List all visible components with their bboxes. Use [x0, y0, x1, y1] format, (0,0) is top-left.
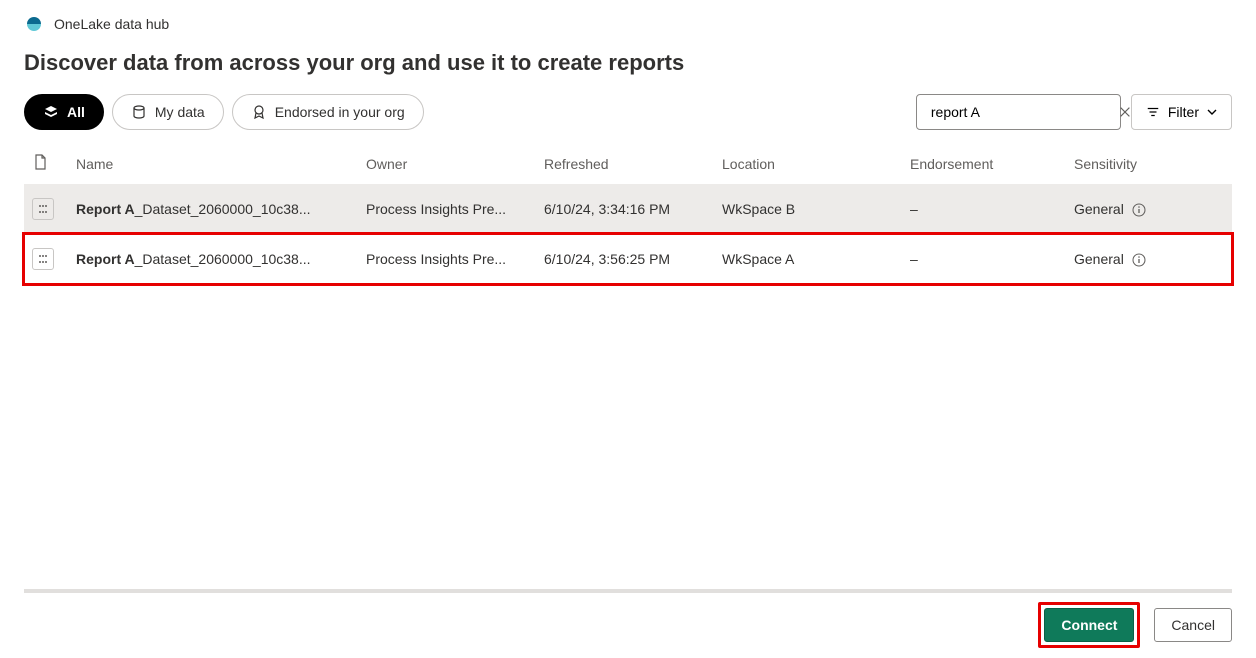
col-header-icon[interactable] — [24, 144, 68, 184]
row-endorsement-cell: – — [902, 234, 1066, 284]
footer-bar: Connect Cancel — [1038, 602, 1232, 648]
filter-button-label: Filter — [1168, 104, 1199, 120]
col-header-location[interactable]: Location — [714, 144, 902, 184]
chevron-down-icon — [1207, 107, 1217, 117]
pill-my-data[interactable]: My data — [112, 94, 224, 130]
row-sensitivity-cell: General — [1066, 184, 1232, 235]
footer-separator — [24, 589, 1232, 593]
pill-all[interactable]: All — [24, 94, 104, 130]
hub-title: OneLake data hub — [54, 16, 169, 32]
col-header-owner[interactable]: Owner — [358, 144, 536, 184]
row-location-cell: WkSpace B — [714, 184, 902, 235]
row-name-cell: Report A_Dataset_2060000_10c38... — [68, 234, 358, 284]
table-row[interactable]: Report A_Dataset_2060000_10c38... Proces… — [24, 234, 1232, 284]
pill-endorsed-label: Endorsed in your org — [275, 104, 405, 120]
row-sensitivity-cell: General — [1066, 234, 1232, 284]
clear-search-button[interactable] — [1118, 103, 1132, 121]
search-input[interactable] — [931, 104, 1112, 120]
pill-all-label: All — [67, 104, 85, 120]
connect-highlight: Connect — [1038, 602, 1140, 648]
table-row[interactable]: Report A_Dataset_2060000_10c38... Proces… — [24, 184, 1232, 235]
row-name-rest: _Dataset_2060000_10c38... — [135, 201, 311, 217]
col-header-endorsement[interactable]: Endorsement — [902, 144, 1066, 184]
dataset-icon — [32, 198, 54, 220]
file-icon — [32, 154, 48, 170]
row-refreshed-cell: 6/10/24, 3:34:16 PM — [536, 184, 714, 235]
row-owner-cell: Process Insights Pre... — [358, 234, 536, 284]
pill-my-data-label: My data — [155, 104, 205, 120]
col-header-sensitivity[interactable]: Sensitivity — [1066, 144, 1232, 184]
row-name-rest: _Dataset_2060000_10c38... — [135, 251, 311, 267]
row-refreshed-cell: 6/10/24, 3:56:25 PM — [536, 234, 714, 284]
onelake-logo-icon — [24, 14, 44, 34]
filter-button[interactable]: Filter — [1131, 94, 1232, 130]
row-name-bold: Report A — [76, 251, 135, 267]
pill-endorsed[interactable]: Endorsed in your org — [232, 94, 424, 130]
row-sensitivity-label: General — [1074, 251, 1124, 267]
row-location-cell: WkSpace A — [714, 234, 902, 284]
row-name-bold: Report A — [76, 201, 135, 217]
row-name-cell: Report A_Dataset_2060000_10c38... — [68, 184, 358, 235]
cancel-button[interactable]: Cancel — [1154, 608, 1232, 642]
hub-header: OneLake data hub — [0, 0, 1256, 40]
col-header-refreshed[interactable]: Refreshed — [536, 144, 714, 184]
data-table-wrap: Name Owner Refreshed Location Endorsemen… — [0, 144, 1256, 284]
stack-icon — [43, 104, 59, 120]
table-header-row: Name Owner Refreshed Location Endorsemen… — [24, 144, 1232, 184]
search-box[interactable] — [916, 94, 1121, 130]
dataset-icon — [32, 248, 54, 270]
row-sensitivity-label: General — [1074, 201, 1124, 217]
ribbon-icon — [251, 104, 267, 120]
database-icon — [131, 104, 147, 120]
data-table: Name Owner Refreshed Location Endorsemen… — [24, 144, 1232, 284]
filter-pill-group: All My data Endorsed in your org — [24, 94, 424, 130]
info-icon[interactable] — [1132, 203, 1146, 217]
row-endorsement-cell: – — [902, 184, 1066, 235]
row-owner-cell: Process Insights Pre... — [358, 184, 536, 235]
connect-button[interactable]: Connect — [1044, 608, 1134, 642]
info-icon[interactable] — [1132, 253, 1146, 267]
row-type-icon-cell — [24, 234, 68, 284]
row-type-icon-cell — [24, 184, 68, 235]
filter-icon — [1146, 105, 1160, 119]
page-heading: Discover data from across your org and u… — [0, 40, 1256, 94]
toolbar: All My data Endorsed in your org Filter — [0, 94, 1256, 144]
col-header-name[interactable]: Name — [68, 144, 358, 184]
